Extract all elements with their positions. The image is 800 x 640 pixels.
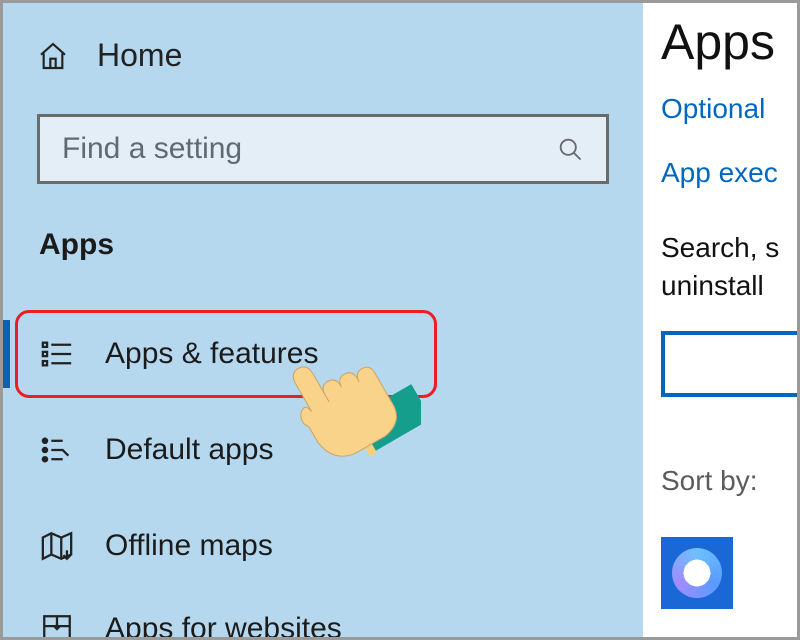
link-app-execution-aliases[interactable]: App exec <box>661 157 797 189</box>
sidebar-item-label: Default apps <box>105 433 273 467</box>
sidebar-item-default-apps[interactable]: Default apps <box>3 402 643 498</box>
apps-for-websites-icon <box>39 611 75 640</box>
settings-window: Home Find a setting Apps <box>0 0 800 640</box>
content-body-text: Search, s uninstall <box>661 229 797 305</box>
sidebar-item-apps-features[interactable]: Apps & features <box>3 306 643 402</box>
sort-by-label[interactable]: Sort by: <box>661 465 797 497</box>
link-optional-features[interactable]: Optional <box>661 93 797 125</box>
default-apps-icon <box>39 432 75 468</box>
sidebar-home[interactable]: Home <box>3 3 643 74</box>
sidebar-item-label: Apps for websites <box>105 612 342 640</box>
sidebar-home-label: Home <box>97 37 182 74</box>
sidebar-item-offline-maps[interactable]: Offline maps <box>3 498 643 594</box>
app-search-input[interactable] <box>661 331 800 397</box>
sidebar: Home Find a setting Apps <box>3 3 643 637</box>
sidebar-item-label: Apps & features <box>105 337 318 371</box>
search-icon <box>556 135 584 163</box>
sidebar-nav: Apps & features Default apps <box>3 306 643 640</box>
sidebar-item-label: Offline maps <box>105 529 273 563</box>
home-icon <box>37 40 69 72</box>
content-pane: Apps Optional App exec Search, s uninsta… <box>643 3 797 637</box>
app-list-item[interactable] <box>661 537 733 609</box>
content-body-line1: Search, s <box>661 232 779 263</box>
apps-features-icon <box>39 336 75 372</box>
page-title: Apps <box>661 13 797 71</box>
search-placeholder: Find a setting <box>62 132 242 166</box>
chromium-icon <box>672 548 722 598</box>
sidebar-section-title: Apps <box>39 228 643 262</box>
content-body-line2: uninstall <box>661 270 764 301</box>
search-input[interactable]: Find a setting <box>37 114 609 184</box>
offline-maps-icon <box>39 528 75 564</box>
sidebar-item-apps-for-websites[interactable]: Apps for websites <box>3 594 643 640</box>
